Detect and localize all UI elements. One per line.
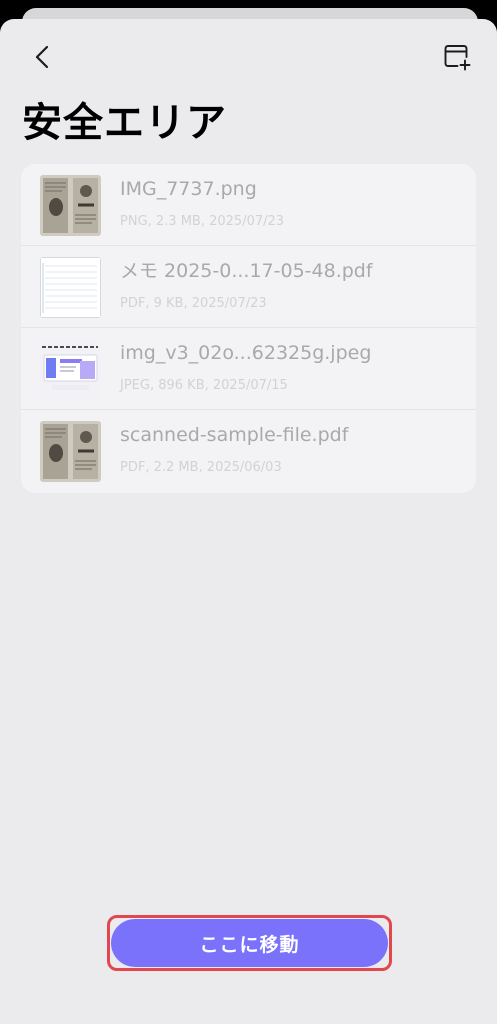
file-name: メモ 2025-0...17-05-48.pdf: [120, 260, 373, 282]
file-name: scanned-sample-file.pdf: [120, 424, 349, 446]
file-meta: PDF, 2.2 MB, 2025/06/03: [120, 460, 282, 475]
new-folder-button[interactable]: [438, 39, 476, 75]
newspaper-thumbnail-icon: [40, 175, 101, 236]
move-here-button[interactable]: ここに移動: [111, 919, 388, 967]
file-name: img_v3_02o...62325g.jpeg: [120, 342, 372, 364]
file-row: img_v3_02o...62325g.jpeg JPEG, 896 KB, 2…: [21, 328, 476, 410]
file-meta: JPEG, 896 KB, 2025/07/15: [120, 378, 288, 393]
back-button[interactable]: [24, 39, 60, 75]
folder-plus-icon: [444, 45, 471, 71]
file-thumbnail: [40, 257, 101, 318]
lined-note-thumbnail-icon: [40, 257, 101, 318]
move-destination-sheet: 安全エリア IMG_7737.png PNG, 2.3 MB, 2025/07/…: [0, 19, 497, 1024]
newspaper-thumbnail-icon: [40, 421, 101, 482]
file-meta: PNG, 2.3 MB, 2025/07/23: [120, 214, 285, 229]
chevron-left-icon: [35, 45, 49, 69]
file-row: メモ 2025-0...17-05-48.pdf PDF, 9 KB, 2025…: [21, 246, 476, 328]
app-banner-thumbnail-icon: [40, 339, 101, 400]
file-thumbnail: [40, 339, 101, 400]
file-meta: PDF, 9 KB, 2025/07/23: [120, 296, 267, 311]
file-thumbnail: [40, 421, 101, 482]
page-title: 安全エリア: [22, 100, 227, 146]
file-list: IMG_7737.png PNG, 2.3 MB, 2025/07/23 メモ …: [21, 164, 476, 493]
file-thumbnail: [40, 175, 101, 236]
file-row: IMG_7737.png PNG, 2.3 MB, 2025/07/23: [21, 164, 476, 246]
file-name: IMG_7737.png: [120, 178, 257, 200]
file-row: scanned-sample-file.pdf PDF, 2.2 MB, 202…: [21, 410, 476, 492]
